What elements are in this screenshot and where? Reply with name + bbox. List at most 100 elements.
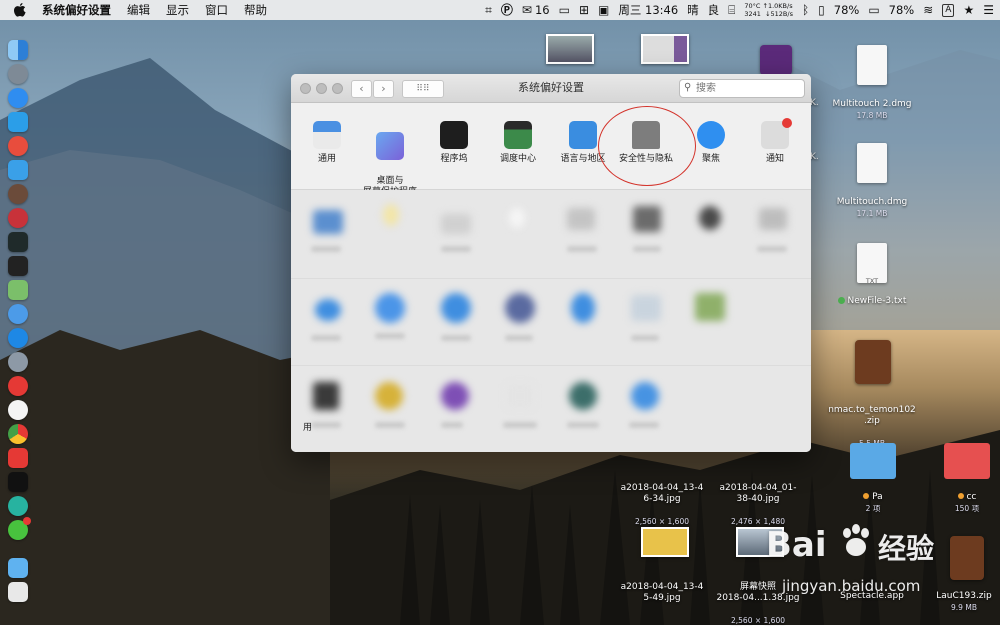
input-method[interactable]: A xyxy=(942,3,955,17)
cpu-icon[interactable]: ⌸ xyxy=(728,0,735,20)
wechat-status-icon[interactable]: ✉ xyxy=(522,0,532,20)
menu-view[interactable]: 显示 xyxy=(158,0,197,20)
transfer-app-icon[interactable] xyxy=(8,160,28,180)
dmg-file-icon[interactable] xyxy=(857,45,887,85)
desktop-icon-newfile[interactable]: NewFile-3.txt xyxy=(818,296,926,307)
partial-label: K. xyxy=(810,152,819,162)
cleaner-app-icon[interactable] xyxy=(8,496,28,516)
search-field[interactable]: ⚲ xyxy=(679,79,805,98)
app-record-icon[interactable] xyxy=(8,208,28,228)
bluetooth-icon[interactable]: ᛒ xyxy=(802,0,809,20)
clock[interactable]: 周三 13:46 xyxy=(618,0,678,20)
chrome-icon[interactable] xyxy=(8,424,28,444)
blurred-label xyxy=(757,246,787,252)
favorites-star-icon[interactable]: ★ xyxy=(963,0,974,20)
pref-notifications[interactable]: 通知 xyxy=(743,118,807,165)
video-app-icon[interactable] xyxy=(760,45,792,75)
maps-icon[interactable] xyxy=(8,280,28,300)
activity-monitor-icon[interactable] xyxy=(8,232,28,252)
battery-icon[interactable]: ▭ xyxy=(868,0,879,20)
desktop-icon-multitouch[interactable]: Multitouch.dmg 17.1 MB xyxy=(818,197,926,219)
back-button[interactable]: ‹ xyxy=(351,80,372,98)
search-app-icon[interactable] xyxy=(8,112,28,132)
screenshot-thumbnail[interactable] xyxy=(546,34,594,64)
grid-app-icon[interactable]: ⊞ xyxy=(579,0,589,20)
forward-button[interactable]: › xyxy=(373,80,394,98)
battery-monitor-icon[interactable]: ▯ xyxy=(818,0,825,20)
battery-percent-2: 78% xyxy=(888,3,915,17)
chevron-right-icon: › xyxy=(381,82,386,95)
trash-icon[interactable] xyxy=(8,582,28,602)
air-quality-text[interactable]: 良 xyxy=(708,0,720,20)
search-input[interactable] xyxy=(696,81,800,96)
basketball-app-icon[interactable] xyxy=(8,184,28,204)
vivaldi-icon[interactable] xyxy=(8,448,28,468)
window-titlebar[interactable]: 系统偏好设置 ‹ › ⠿⠿ ⚲ xyxy=(291,74,811,103)
wechat-count: 16 xyxy=(534,3,550,17)
launchpad-icon[interactable] xyxy=(8,64,28,84)
netease-music-icon[interactable] xyxy=(8,376,28,396)
yandex-browser-icon[interactable] xyxy=(8,400,28,420)
app-store-icon[interactable] xyxy=(8,328,28,348)
image-thumbnail[interactable] xyxy=(641,527,689,557)
p-app-icon[interactable]: Ⓟ xyxy=(501,0,513,20)
notifications-icon xyxy=(761,118,792,149)
pref-general[interactable]: 通用 xyxy=(295,121,359,165)
iterm-icon[interactable] xyxy=(8,472,28,492)
menu-edit[interactable]: 编辑 xyxy=(119,0,158,20)
blurred-pref-icon xyxy=(567,208,595,230)
safari-icon[interactable] xyxy=(8,88,28,108)
window-manager-icon[interactable]: ▣ xyxy=(598,0,609,20)
wifi-icon[interactable]: ≋ xyxy=(923,0,933,20)
pref-mission-control[interactable]: 调度中心 xyxy=(486,121,550,165)
paw-logo-icon xyxy=(836,521,876,561)
blurred-pref-icon xyxy=(507,384,533,408)
folder-icon[interactable] xyxy=(850,443,896,479)
menu-app-name[interactable]: 系统偏好设置 xyxy=(34,0,119,20)
screenshot-thumbnail[interactable] xyxy=(641,34,689,64)
menu-help[interactable]: 帮助 xyxy=(236,0,275,20)
blurred-pref-icon xyxy=(509,208,525,228)
wechat-icon[interactable] xyxy=(8,517,31,540)
apple-menu-icon[interactable] xyxy=(14,3,26,17)
menu-window[interactable]: 窗口 xyxy=(197,0,236,20)
folder-icon[interactable] xyxy=(944,443,990,479)
desktop-icon-multitouch2[interactable]: Multitouch 2.dmg 17.8 MB xyxy=(818,99,926,121)
dmg-file-icon[interactable] xyxy=(857,143,887,183)
file-dimensions: 2,560 × 1,600 xyxy=(731,616,785,625)
blurred-label xyxy=(633,246,661,252)
dock xyxy=(3,36,31,606)
blurred-pref-icon xyxy=(375,382,403,410)
display-icon[interactable]: ▭ xyxy=(559,0,570,20)
weather-text[interactable]: 晴 xyxy=(687,0,699,20)
downloads-folder-icon[interactable] xyxy=(8,558,28,578)
battery-percent-1: 78% xyxy=(833,3,860,17)
finder-icon[interactable] xyxy=(8,40,28,60)
file-name: Multitouch.dmg xyxy=(836,197,908,207)
blurred-label xyxy=(629,422,659,428)
system-stats[interactable]: 70°C ↑1.0KB/s 3241 ↓512B/s xyxy=(744,2,793,18)
blurred-pref-icon xyxy=(441,214,471,234)
file-name: a2018-04-04_13-4 5-49.jpg xyxy=(620,582,704,603)
notification-center-icon[interactable]: ☰ xyxy=(983,0,994,20)
pref-dock[interactable]: 程序坞 xyxy=(422,121,486,165)
file-name: Multitouch 2.dmg xyxy=(832,99,912,109)
blurred-label xyxy=(375,333,405,339)
desktop-icon-folder-cc[interactable]: cc 150 项 xyxy=(934,492,1000,514)
zip-archive-icon[interactable] xyxy=(855,340,891,384)
mission-control-icon xyxy=(504,121,532,149)
desktop-icon-screenshot-3[interactable]: a2018-04-04_13-4 5-49.jpg xyxy=(612,571,712,615)
app-red-icon[interactable] xyxy=(8,136,28,156)
watermark-url: jingyan.baidu.com xyxy=(782,577,921,595)
preferences-top-row: 通用 桌面与 屏幕保护程序 程序坞 调度中心 语言与地区 安全性与隐私 聚焦 xyxy=(291,103,811,197)
system-preferences-icon[interactable] xyxy=(8,352,28,372)
siri-icon[interactable] xyxy=(8,304,28,324)
file-size: 17.8 MB xyxy=(856,111,888,120)
terminal-icon[interactable] xyxy=(8,256,28,276)
blurred-pref-icon xyxy=(383,204,399,226)
desktop-icon-folder-pa[interactable]: Pa 2 项 xyxy=(840,492,906,514)
bookmark-menu-icon[interactable]: ⌗ xyxy=(485,0,492,20)
show-all-button[interactable]: ⠿⠿ xyxy=(402,80,444,98)
blurred-pref-icon xyxy=(375,293,405,323)
txt-file-icon[interactable]: TXT xyxy=(857,243,887,285)
